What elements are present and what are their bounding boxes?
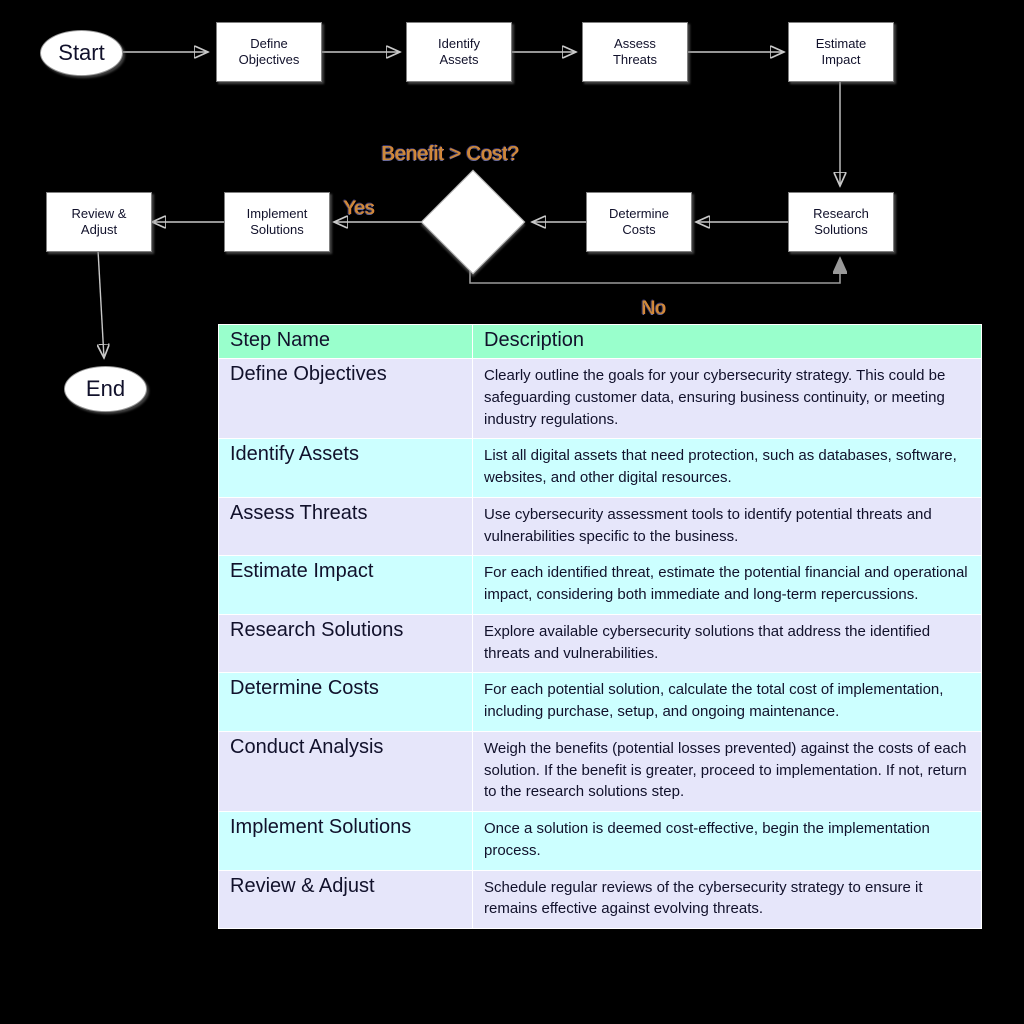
node-estimate-impact[interactable]: Estimate Impact xyxy=(788,22,894,82)
node-identify-assets-label: Identify Assets xyxy=(438,36,480,69)
edge-label-yes: Yes xyxy=(343,198,374,219)
node-estimate-impact-label: Estimate Impact xyxy=(816,36,867,69)
node-line-2: Solutions xyxy=(250,222,304,237)
node-line-2: Assets xyxy=(439,52,479,67)
node-implement-solutions-label: Implement Solutions xyxy=(247,206,308,239)
node-research-solutions[interactable]: Research Solutions xyxy=(788,192,894,252)
column-header-description: Description xyxy=(472,324,982,359)
cell-step-name: Define Objectives xyxy=(218,357,473,440)
table-row: Estimate Impact For each identified threa… xyxy=(218,555,982,615)
node-determine-costs[interactable]: Determine Costs xyxy=(586,192,692,252)
table-row: Conduct Analysis Weigh the benefits (pote… xyxy=(218,730,982,813)
table-header-row: Step Name Description xyxy=(218,324,982,359)
node-conduct-analysis-decision[interactable] xyxy=(420,169,526,275)
cell-step-name: Conduct Analysis xyxy=(218,730,473,813)
node-line-1: Research xyxy=(813,205,869,221)
edge-label-decision-question: Benefit > Cost? xyxy=(381,143,519,165)
cell-description: List all digital assets that need protec… xyxy=(472,438,982,498)
table-row: Review & Adjust Schedule regular reviews … xyxy=(218,869,982,929)
node-research-solutions-label: Research Solutions xyxy=(813,206,869,239)
steps-table: Step Name Description Define Objectives C… xyxy=(218,324,982,929)
node-define-objectives[interactable]: Define Objectives xyxy=(216,22,322,82)
diamond-shape xyxy=(420,169,526,275)
cell-step-name: Estimate Impact xyxy=(218,555,473,615)
node-determine-costs-label: Determine Costs xyxy=(609,206,669,239)
cell-description: Once a solution is deemed cost-effective… xyxy=(472,811,982,871)
node-line-2: Impact xyxy=(821,52,861,67)
node-line-2: Threats xyxy=(612,52,658,67)
edge-label-no: No xyxy=(641,298,666,319)
node-line-1: Determine xyxy=(609,205,669,221)
node-identify-assets[interactable]: Identify Assets xyxy=(406,22,512,82)
table-row: Determine Costs For each potential soluti… xyxy=(218,672,982,732)
node-review-adjust[interactable]: Review & Adjust xyxy=(46,192,152,252)
table-body: Define Objectives Clearly outline the goa… xyxy=(218,357,982,929)
node-line-2: Objectives xyxy=(238,52,300,67)
column-header-step-name: Step Name xyxy=(218,324,473,359)
cell-description: Explore available cybersecurity solution… xyxy=(472,613,982,674)
node-line-1: Review & xyxy=(71,205,127,221)
table-header: Step Name Description xyxy=(218,324,982,359)
cell-step-name: Review & Adjust xyxy=(218,869,473,929)
cell-step-name: Determine Costs xyxy=(218,672,473,732)
cell-description: Schedule regular reviews of the cybersec… xyxy=(472,869,982,929)
node-assess-threats[interactable]: Assess Threats xyxy=(582,22,688,82)
node-line-1: Estimate xyxy=(815,35,867,51)
node-line-1: Define xyxy=(250,35,288,51)
node-start[interactable]: Start xyxy=(40,30,123,76)
node-review-adjust-label: Review & Adjust xyxy=(72,206,127,239)
cell-step-name: Research Solutions xyxy=(218,613,473,674)
node-line-1: Assess xyxy=(614,35,656,51)
cell-description: Use cybersecurity assessment tools to id… xyxy=(472,496,982,557)
cell-description: For each identified threat, estimate the… xyxy=(472,555,982,615)
node-implement-solutions[interactable]: Implement Solutions xyxy=(224,192,330,252)
cell-description: Clearly outline the goals for your cyber… xyxy=(472,357,982,440)
cell-step-name: Identify Assets xyxy=(218,438,473,498)
cell-step-name: Assess Threats xyxy=(218,496,473,557)
node-line-2: Adjust xyxy=(80,222,118,237)
node-line-1: Implement xyxy=(246,205,308,221)
node-start-label: Start xyxy=(58,40,105,66)
node-assess-threats-label: Assess Threats xyxy=(613,36,657,69)
table-row: Identify Assets List all digital assets t… xyxy=(218,438,982,498)
node-end-label: End xyxy=(85,376,126,402)
table-row: Define Objectives Clearly outline the goa… xyxy=(218,357,982,440)
node-end[interactable]: End xyxy=(64,366,147,412)
cell-step-name: Implement Solutions xyxy=(218,811,473,871)
cell-description: For each potential solution, calculate t… xyxy=(472,672,982,732)
node-line-2: Costs xyxy=(622,222,656,237)
table-row: Assess Threats Use cybersecurity assessme… xyxy=(218,496,982,557)
table-row: Research Solutions Explore available cybe… xyxy=(218,613,982,674)
node-line-2: Solutions xyxy=(814,222,868,237)
cell-description: Weigh the benefits (potential losses pre… xyxy=(472,730,982,813)
node-line-1: Identify xyxy=(438,35,480,51)
table-row: Implement Solutions Once a solution is de… xyxy=(218,811,982,871)
node-define-objectives-label: Define Objectives xyxy=(239,36,300,69)
